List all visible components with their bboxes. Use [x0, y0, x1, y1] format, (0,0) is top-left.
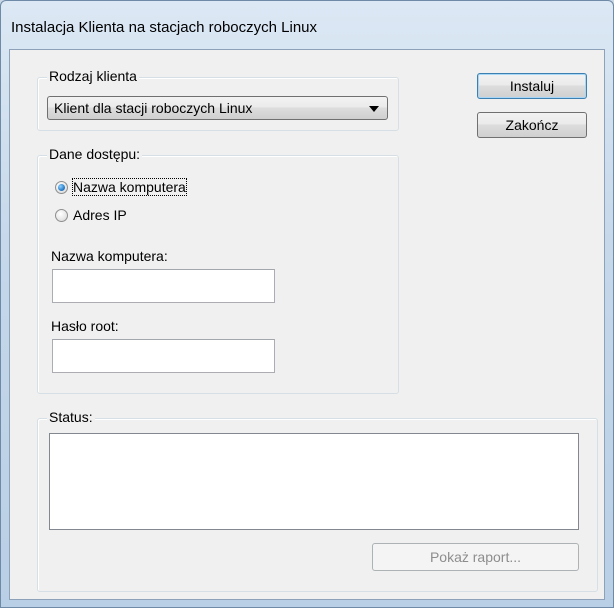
- radio-ip-address-label: Adres IP: [73, 207, 127, 223]
- radio-ip-address[interactable]: Adres IP: [55, 205, 127, 225]
- title-bar[interactable]: Instalacja Klienta na stacjach roboczych…: [1, 1, 613, 45]
- chevron-down-icon: [369, 106, 379, 112]
- computer-name-label: Nazwa komputera:: [51, 248, 168, 264]
- status-group-label: Status:: [47, 409, 95, 425]
- client-type-group-label: Rodzaj klienta: [47, 68, 139, 84]
- client-type-dropdown[interactable]: Klient dla stacji roboczych Linux: [47, 96, 388, 120]
- radio-selected-icon: [55, 180, 68, 194]
- radio-unselected-icon: [55, 208, 68, 222]
- status-textarea[interactable]: [49, 433, 579, 530]
- root-password-input[interactable]: [52, 339, 275, 373]
- window-title: Instalacja Klienta na stacjach roboczych…: [11, 19, 318, 36]
- radio-computer-name-label: Nazwa komputera: [72, 178, 187, 196]
- dialog-client-area: Rodzaj klienta Klient dla stacji roboczy…: [9, 49, 605, 600]
- installer-window: Instalacja Klienta na stacjach roboczych…: [0, 0, 614, 608]
- install-button[interactable]: Instaluj: [477, 73, 587, 99]
- show-report-button[interactable]: Pokaż raport...: [372, 543, 579, 571]
- access-data-group-label: Dane dostępu:: [47, 146, 143, 162]
- client-type-selected: Klient dla stacji roboczych Linux: [54, 100, 253, 116]
- root-password-label: Hasło root:: [51, 318, 119, 334]
- radio-computer-name[interactable]: Nazwa komputera: [55, 177, 187, 197]
- computer-name-input[interactable]: [52, 269, 275, 303]
- finish-button[interactable]: Zakończ: [477, 112, 587, 138]
